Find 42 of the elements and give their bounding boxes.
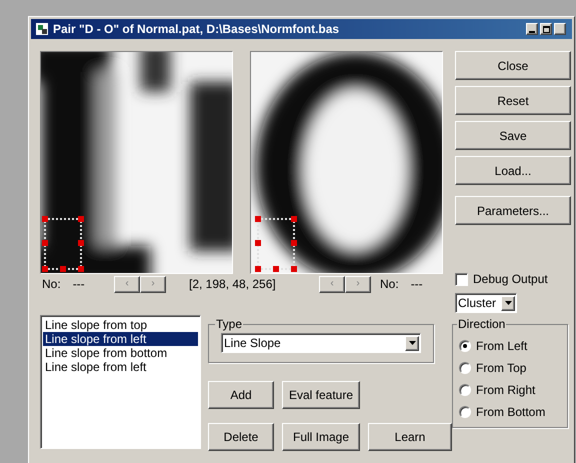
list-item[interactable]: Line slope from left bbox=[43, 332, 198, 346]
dropdown-arrow-icon bbox=[504, 301, 512, 305]
checkbox[interactable] bbox=[455, 272, 468, 286]
dropdown-arrow-icon bbox=[408, 341, 416, 345]
number-label: No: bbox=[380, 276, 399, 293]
selection-marker[interactable] bbox=[257, 218, 295, 270]
minimize-icon[interactable] bbox=[526, 23, 538, 35]
number-label: No: bbox=[42, 276, 61, 293]
radio-button[interactable] bbox=[459, 340, 471, 352]
radio-label: From Bottom bbox=[476, 404, 546, 421]
maximize-icon[interactable] bbox=[540, 23, 552, 35]
cluster-dropdown[interactable]: Cluster bbox=[455, 293, 517, 313]
dialog-button[interactable]: Reset bbox=[455, 86, 571, 115]
selection-marker[interactable] bbox=[44, 218, 82, 270]
coordinates-text: [2, 198, 48, 256] bbox=[189, 276, 277, 293]
dialog-button[interactable]: Full Image bbox=[282, 423, 360, 451]
window-title: Pair "D - O" of Normal.pat, D:\Bases\Normfont.bas bbox=[53, 21, 340, 38]
radio-label: From Left bbox=[476, 338, 528, 355]
radio-label: From Top bbox=[476, 360, 526, 377]
checkbox-label: Debug Output bbox=[473, 271, 548, 288]
radio-label: From Right bbox=[476, 382, 536, 399]
radio-button[interactable] bbox=[459, 406, 471, 418]
app-icon bbox=[35, 22, 49, 36]
dialog-button[interactable]: Delete bbox=[208, 423, 274, 451]
dialog-button[interactable]: Close bbox=[455, 51, 571, 80]
feature-list[interactable]: Line slope from top Line slope from left Line slope from bottom Line slope from left bbox=[40, 315, 201, 449]
list-item[interactable]: Line slope from top bbox=[43, 318, 198, 332]
type-dropdown[interactable]: Line Slope bbox=[221, 333, 421, 353]
list-item[interactable]: Line slope from left bbox=[43, 360, 198, 374]
dialog-button[interactable]: Load... bbox=[455, 156, 571, 185]
group-title: Type bbox=[215, 316, 244, 333]
dialog-button[interactable]: Eval feature bbox=[282, 381, 360, 409]
number-value: --- bbox=[72, 276, 85, 293]
dialog-button[interactable]: Learn bbox=[368, 423, 452, 451]
list-item[interactable]: Line slope from bottom bbox=[43, 346, 198, 360]
number-value: --- bbox=[410, 276, 423, 293]
dialog-button[interactable]: Save bbox=[455, 121, 571, 150]
group-title: Direction bbox=[457, 316, 506, 333]
dialog-button[interactable]: Add bbox=[208, 381, 274, 409]
radio-button[interactable] bbox=[459, 362, 471, 374]
dialog-button[interactable]: Parameters... bbox=[455, 196, 571, 225]
radio-button[interactable] bbox=[459, 384, 471, 396]
